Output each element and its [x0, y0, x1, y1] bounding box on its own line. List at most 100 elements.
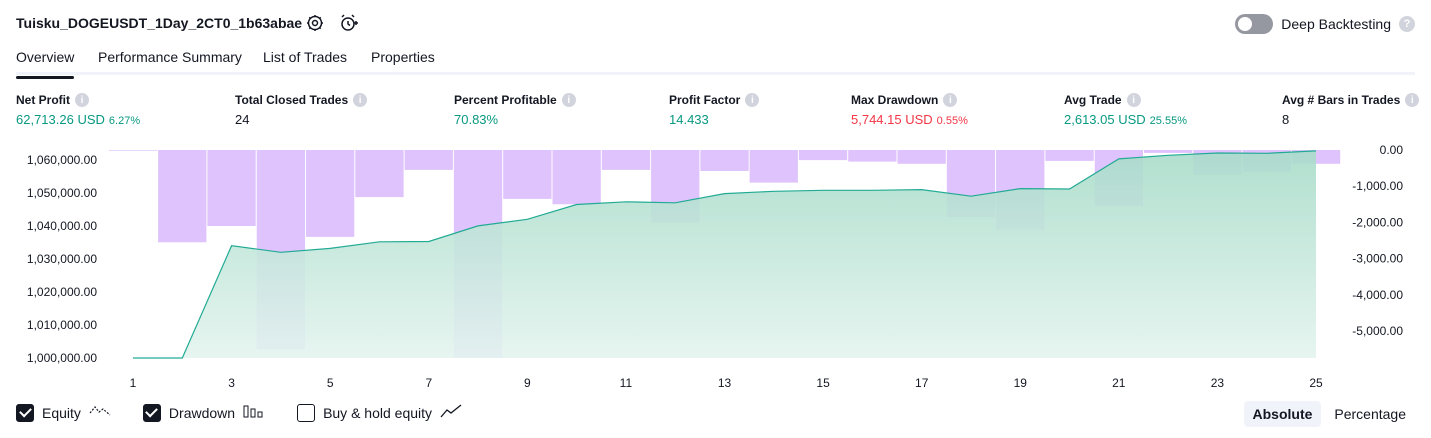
x-axis: 1 3 5 7 9 11 13 15 17 19 21 23 25	[130, 376, 1323, 390]
metric-percent: 6.27%	[108, 115, 141, 127]
info-icon[interactable]: i	[353, 93, 368, 107]
x-axis-tick: 15	[816, 376, 830, 390]
drawdown-bar	[848, 150, 897, 162]
metric-label: Avg # Bars in Trades	[1282, 93, 1401, 107]
legend-drawdown[interactable]: Drawdown	[142, 403, 265, 422]
deep-backtesting-label: Deep Backtesting	[1281, 16, 1391, 32]
equity-checkbox[interactable]	[16, 403, 34, 422]
drawdown-bars-icon	[243, 403, 265, 422]
chart-legend: Equity Drawdown Buy & hold equity	[16, 403, 494, 422]
legend-label: Buy & hold equity	[323, 404, 433, 421]
equity-drawdown-chart[interactable]: 1,000,000.00 1,010,000.00 1,020,000.00 1,03…	[0, 140, 1431, 395]
metric-profit-factor: Profit Factor i 14.433	[669, 93, 760, 127]
metric-avg-bars-in-trades: Avg # Bars in Trades i 8	[1282, 93, 1420, 127]
drawdown-bar	[601, 150, 651, 170]
tab-bar: Overview Performance Summary List of Tra…	[16, 48, 1415, 79]
metric-label: Max Drawdown	[851, 93, 939, 107]
metric-label: Avg Trade	[1064, 93, 1122, 107]
right-axis-tick: -3,000.00	[1352, 252, 1403, 266]
right-axis-tick: -1,000.00	[1352, 179, 1403, 193]
metric-percent: 25.55%	[1149, 115, 1187, 127]
drawdown-bar	[404, 150, 453, 170]
legend-equity[interactable]: Equity	[16, 403, 111, 422]
metric-value: 5,744.15 USD	[851, 112, 933, 127]
x-axis-tick: 5	[327, 376, 334, 390]
metric-label: Total Closed Trades	[235, 93, 349, 107]
info-icon[interactable]: i	[745, 93, 760, 107]
drawdown-bar	[700, 150, 749, 171]
metric-value: 2,613.05 USD	[1064, 112, 1146, 127]
x-axis-tick: 19	[1014, 376, 1028, 390]
metric-value: 14.433	[669, 112, 709, 127]
deep-backtesting-toggle[interactable]	[1235, 14, 1274, 34]
metric-percent: 0.55%	[936, 115, 968, 127]
right-axis-tick: -5,000.00	[1352, 324, 1403, 338]
legend-label: Drawdown	[168, 404, 236, 421]
x-axis-tick: 3	[228, 376, 235, 390]
info-icon[interactable]: i	[1405, 93, 1420, 107]
x-axis-tick: 1	[130, 376, 137, 390]
drawdown-bar	[306, 150, 355, 237]
metric-total-closed-trades: Total Closed Trades i 24	[235, 93, 368, 127]
drawdown-bar	[552, 150, 601, 205]
metric-value: 62,713.26 USD	[16, 112, 105, 127]
x-axis-tick: 13	[718, 376, 732, 390]
drawdown-bar	[158, 150, 207, 243]
equity-line-icon	[89, 403, 111, 422]
info-icon[interactable]: i	[75, 93, 89, 107]
percentage-button[interactable]: Percentage	[1325, 401, 1415, 427]
legend-buy-hold-equity[interactable]: Buy & hold equity	[297, 403, 462, 422]
left-axis-tick: 1,040,000.00	[27, 219, 97, 233]
metric-label: Profit Factor	[669, 93, 741, 107]
drawdown-bar	[798, 150, 848, 161]
tab-properties[interactable]: Properties	[371, 49, 435, 75]
tab-performance-summary[interactable]: Performance Summary	[98, 49, 242, 75]
legend-label: Equity	[42, 404, 81, 421]
right-axis-tick: 0.00	[1380, 143, 1404, 157]
drawdown-bar	[1045, 150, 1094, 161]
metric-max-drawdown: Max Drawdown i 5,744.15 USD 0.55%	[851, 93, 968, 127]
strategy-name: Tuisku_DOGEUSDT_1Day_2CT0_1b63abae	[16, 15, 303, 31]
left-axis-tick: 1,050,000.00	[27, 186, 97, 200]
x-axis-tick: 21	[1112, 376, 1126, 390]
left-axis-tick: 1,030,000.00	[27, 252, 97, 266]
x-axis-tick: 23	[1211, 376, 1225, 390]
left-axis: 1,000,000.00 1,010,000.00 1,020,000.00 1,03…	[27, 153, 97, 365]
x-axis-tick: 9	[524, 376, 531, 390]
settings-gear-icon[interactable]	[305, 13, 325, 33]
tab-list-of-trades[interactable]: List of Trades	[263, 49, 347, 75]
metric-net-profit: Net Profit i 62,713.26 USD 6.27%	[16, 93, 140, 127]
tab-overview[interactable]: Overview	[16, 49, 75, 79]
info-icon[interactable]: i	[943, 93, 958, 107]
drawdown-checkbox[interactable]	[142, 403, 161, 422]
drawdown-bar	[108, 150, 158, 151]
drawdown-bar	[749, 150, 798, 183]
add-alert-clock-icon[interactable]	[339, 13, 359, 33]
left-axis-tick: 1,010,000.00	[27, 318, 97, 332]
drawdown-bar	[355, 150, 404, 198]
help-question-icon[interactable]: ?	[1399, 16, 1415, 32]
buy-hold-checkbox[interactable]	[297, 403, 316, 422]
info-icon[interactable]: i	[1126, 93, 1141, 107]
header-bar: Tuisku_DOGEUSDT_1Day_2CT0_1b63abae Deep …	[0, 0, 1431, 48]
x-axis-tick: 25	[1309, 376, 1323, 390]
metric-percent-profitable: Percent Profitable i 70.83%	[454, 93, 576, 127]
metric-value: 8	[1282, 112, 1290, 127]
right-axis-tick: -2,000.00	[1352, 215, 1403, 229]
display-mode-switch: Absolute Percentage	[1243, 401, 1416, 427]
right-axis-tick: -4,000.00	[1352, 288, 1403, 302]
info-icon[interactable]: i	[561, 93, 576, 107]
left-axis-tick: 1,060,000.00	[27, 153, 97, 167]
x-axis-tick: 17	[915, 376, 929, 390]
absolute-button[interactable]: Absolute	[1243, 401, 1322, 427]
metric-value: 70.83%	[454, 112, 499, 127]
metric-label: Percent Profitable	[454, 93, 557, 107]
drawdown-bar	[897, 150, 946, 164]
x-axis-tick: 11	[620, 376, 633, 390]
drawdown-bar	[503, 150, 552, 199]
metric-value: 24	[235, 112, 250, 127]
metric-label: Net Profit	[16, 93, 70, 107]
drawdown-bar	[207, 150, 256, 226]
drawdown-bar	[1144, 150, 1193, 153]
x-axis-tick: 7	[425, 376, 432, 390]
